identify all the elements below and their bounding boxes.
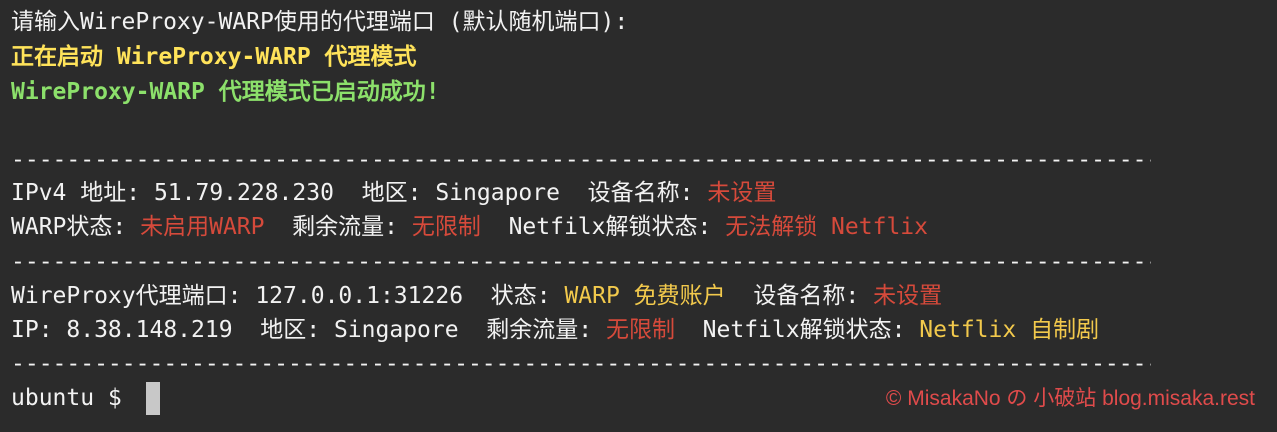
warp-traffic-label: 剩余流量: — [264, 214, 412, 240]
ip-region: Singapore — [333, 317, 459, 343]
warp-netflix-value: 无法解锁 Netflix — [725, 214, 928, 240]
separator-line: ----------------------------------------… — [11, 351, 1151, 377]
ip-label: IP: — [11, 317, 67, 343]
ipv4-region: Singapore — [435, 180, 560, 206]
warp-status-label: WARP状态: — [11, 214, 141, 240]
ip-info-row: IP: 8.38.148.219 地区: Singapore 剩余流量: 无限制… — [11, 312, 1099, 348]
ipv4-device-label: 设备名称: — [559, 180, 708, 206]
proxy-info-row: WireProxy代理端口: 127.0.0.1:31226 状态: WARP … — [11, 278, 942, 314]
proxy-status-value: WARP 免费账户 — [564, 283, 726, 309]
ipv4-region-label: 地区: — [333, 180, 436, 206]
proxy-port-value: 127.0.0.1:31226 — [255, 283, 464, 309]
proxy-status-label: 状态: — [463, 283, 565, 309]
ipv4-address: 51.79.228.230 — [153, 180, 334, 206]
watermark: © MisakaNo の 小破站 blog.misaka.rest — [885, 387, 1255, 410]
warp-status-row: WARP状态: 未启用WARP 剩余流量: 无限制 Netfilx解锁状态: 无… — [11, 209, 928, 245]
proxy-port-label: WireProxy代理端口: — [11, 283, 256, 309]
text-cursor[interactable] — [146, 382, 160, 415]
warp-netflix-label: Netfilx解锁状态: — [480, 214, 726, 240]
ip-region-label: 地区: — [232, 317, 334, 343]
ip-traffic-value: 无限制 — [605, 317, 675, 343]
starting-message: 正在启动 WireProxy-WARP 代理模式 — [11, 44, 417, 70]
terminal-window[interactable]: 请输入WireProxy-WARP使用的代理端口 (默认随机端口): 正在启动 … — [0, 0, 1277, 432]
ip-netflix-label: Netfilx解锁状态: — [674, 317, 920, 343]
ip-netflix-value: Netflix 自制剧 — [919, 317, 1100, 343]
ipv4-label: IPv4 地址: — [11, 180, 154, 206]
ip-address: 8.38.148.219 — [66, 317, 233, 343]
ipv4-info-row: IPv4 地址: 51.79.228.230 地区: Singapore 设备名… — [11, 175, 776, 211]
success-message: WireProxy-WARP 代理模式已启动成功! — [11, 79, 440, 105]
ipv4-device-value: 未设置 — [707, 180, 777, 206]
separator-line: ----------------------------------------… — [11, 147, 1151, 173]
warp-status-value: 未启用WARP — [140, 214, 265, 240]
ip-traffic-label: 剩余流量: — [458, 317, 606, 343]
shell-prompt: ubuntu $ — [11, 385, 136, 411]
separator-line: ----------------------------------------… — [11, 249, 1151, 275]
proxy-device-label: 设备名称: — [725, 283, 874, 309]
warp-traffic-value: 无限制 — [411, 214, 481, 240]
port-input-prompt: 请输入WireProxy-WARP使用的代理端口 (默认随机端口): — [11, 9, 629, 35]
proxy-device-value: 未设置 — [873, 283, 943, 309]
